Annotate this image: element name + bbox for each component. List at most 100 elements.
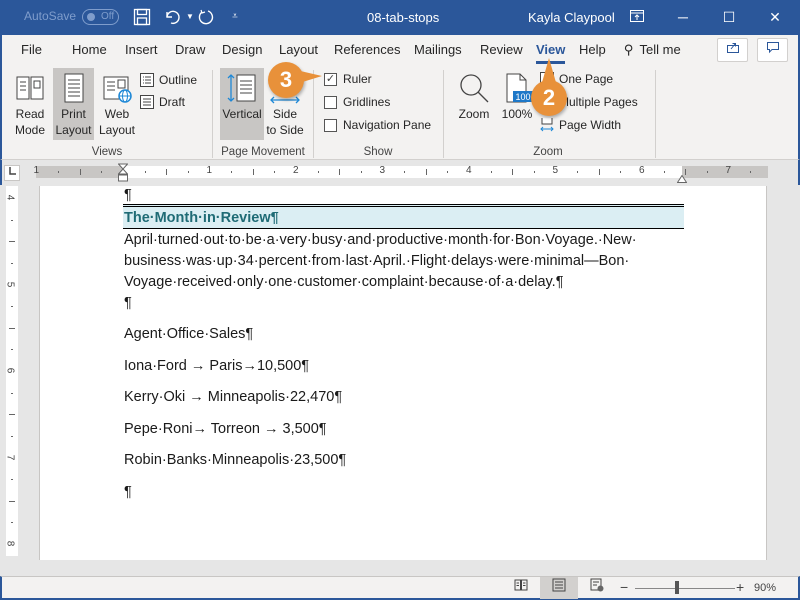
gridlines-check-icon[interactable]	[324, 95, 337, 109]
title-bar: AutoSave Off ▼ ⩡ 08-tab-stops Kayla Clay…	[0, 0, 800, 35]
left-tab-icon	[9, 167, 16, 175]
hundred-badge-text: 100	[515, 92, 530, 102]
redo-icon[interactable]	[196, 8, 216, 28]
views-group-label: Views	[91, 146, 123, 158]
tab-view[interactable]: View	[536, 42, 566, 64]
ruler-tick	[79, 169, 81, 175]
callout-number: 3	[279, 67, 293, 92]
gridlines-label: Gridlines	[343, 95, 391, 109]
ruler-tick	[11, 522, 13, 524]
ruler-tick	[9, 500, 15, 502]
pilcrow: ¶	[124, 187, 132, 203]
read-mode-icon	[14, 72, 46, 104]
user-name[interactable]: Kayla Claypool	[528, 10, 615, 25]
zoom-100-button[interactable]: 100 100%	[498, 68, 536, 140]
table-header-line[interactable]: Agent·Office·Sales¶	[124, 326, 253, 342]
page-width-button[interactable]: Page Width	[540, 115, 621, 135]
read-mode-button[interactable]: Read Mode	[10, 68, 50, 140]
ruler-tick	[512, 169, 514, 175]
ruler-tick	[750, 171, 752, 173]
ruler-tick	[231, 171, 233, 173]
tab-row[interactable]: Robin·Banks·Minneapolis·23,500¶	[124, 452, 346, 468]
document-heading[interactable]: The·Month·in·Review¶	[124, 210, 279, 226]
autosave-toggle[interactable]: Off	[82, 9, 119, 25]
ruler-number: 4	[4, 194, 16, 201]
ruler-number: 6	[639, 165, 645, 176]
comments-button[interactable]	[757, 38, 788, 62]
tab-design[interactable]: Design	[222, 42, 262, 57]
draft-button[interactable]: Draft	[140, 92, 185, 112]
tab-references[interactable]: References	[334, 42, 400, 57]
ruler-tick	[58, 171, 60, 173]
ruler-tick	[11, 262, 13, 264]
ruler-number: 6	[4, 367, 16, 374]
tab-home[interactable]: Home	[72, 42, 107, 57]
page-width-label: Page Width	[559, 118, 622, 132]
vertical-button[interactable]: Vertical	[220, 68, 264, 140]
outline-button[interactable]: Outline	[140, 70, 197, 90]
ruler-tick	[9, 414, 15, 416]
body-line[interactable]: April·turned·out·to·be·a·very·busy·and·p…	[124, 232, 637, 248]
callout-number: 2	[542, 85, 556, 110]
read-mode-view-icon[interactable]	[502, 577, 540, 599]
tab-insert[interactable]: Insert	[125, 42, 158, 57]
tab-row[interactable]: Pepe·Roni→ Torreon → 3,500¶	[124, 421, 327, 437]
gridlines-checkbox[interactable]: Gridlines	[324, 92, 390, 112]
print-layout-button[interactable]: Print Layout	[53, 68, 94, 140]
ruler-tick	[663, 171, 665, 173]
tab-draw[interactable]: Draw	[175, 42, 205, 57]
tab-review[interactable]: Review	[480, 42, 523, 57]
zoom-percentage[interactable]: 90%	[754, 582, 776, 594]
save-icon[interactable]	[132, 8, 152, 28]
web-layout-view-icon[interactable]	[578, 577, 616, 599]
close-icon[interactable]: ✕	[752, 0, 798, 35]
ribbon-display-options-icon[interactable]	[614, 0, 660, 35]
vertical-ruler[interactable]: 4 5 6 7 8	[4, 186, 18, 556]
zoom-out-button[interactable]: −	[620, 579, 628, 595]
tab-mailings[interactable]: Mailings	[414, 42, 462, 57]
ruler-tick	[144, 171, 146, 173]
print-layout-label-2: Layout	[55, 123, 92, 137]
zoom-slider-track[interactable]	[635, 588, 735, 589]
ruler-tick	[11, 306, 13, 308]
ruler-checkbox[interactable]: ✓ Ruler	[324, 69, 372, 89]
tab-row[interactable]: Kerry·Oki → Minneapolis·22,470¶	[124, 389, 342, 405]
tab-layout[interactable]: Layout	[279, 42, 318, 57]
print-layout-view-icon[interactable]	[540, 577, 578, 599]
share-button[interactable]	[717, 38, 748, 62]
customize-toolbar-icon[interactable]: ⩡	[225, 8, 245, 28]
indent-marker[interactable]	[117, 163, 129, 183]
ruler-tick	[11, 392, 13, 394]
navigation-pane-checkbox[interactable]: Navigation Pane	[324, 115, 431, 135]
tab-selector[interactable]	[4, 165, 20, 181]
pilcrow: ¶	[124, 295, 132, 311]
tab-row[interactable]: Iona·Ford → Paris→10,500¶	[124, 358, 309, 374]
ruler-tick	[577, 171, 579, 173]
tell-me-search[interactable]: ⚲ Tell me	[624, 42, 681, 58]
maximize-icon[interactable]: ☐	[706, 0, 752, 35]
undo-icon[interactable]	[162, 8, 182, 28]
ribbon-tabs: File Home Insert Draw Design Layout Refe…	[0, 35, 800, 65]
horizontal-ruler[interactable]: 1 1 2 3 4 5 6 7	[34, 165, 768, 178]
web-layout-button[interactable]: Web Layout	[96, 68, 138, 140]
group-separator	[443, 70, 444, 158]
minimize-icon[interactable]: ─	[660, 0, 706, 35]
zoom-button[interactable]: Zoom	[454, 68, 494, 140]
ruler-label: Ruler	[343, 72, 372, 86]
navigation-pane-check-icon[interactable]	[324, 118, 337, 132]
ruler-number: 7	[725, 165, 732, 176]
web-layout-label-1: Web	[104, 107, 130, 121]
zoom-slider-thumb[interactable]	[675, 581, 679, 594]
ruler-tick	[274, 171, 276, 173]
zoom-in-button[interactable]: +	[736, 579, 744, 595]
body-line[interactable]: Voyage·received·only·one·customer·compla…	[124, 274, 564, 290]
ruler-tick	[252, 169, 254, 175]
body-line[interactable]: business·was·up·34·percent·from·last·Apr…	[124, 253, 629, 269]
ruler-tick	[620, 171, 622, 173]
right-indent-marker[interactable]	[676, 170, 688, 183]
ruler-tick	[9, 241, 15, 243]
tab-file[interactable]: File	[21, 42, 42, 57]
tell-me-label: Tell me	[639, 42, 681, 57]
tab-help[interactable]: Help	[579, 42, 606, 57]
ruler-number: 3	[379, 165, 386, 176]
